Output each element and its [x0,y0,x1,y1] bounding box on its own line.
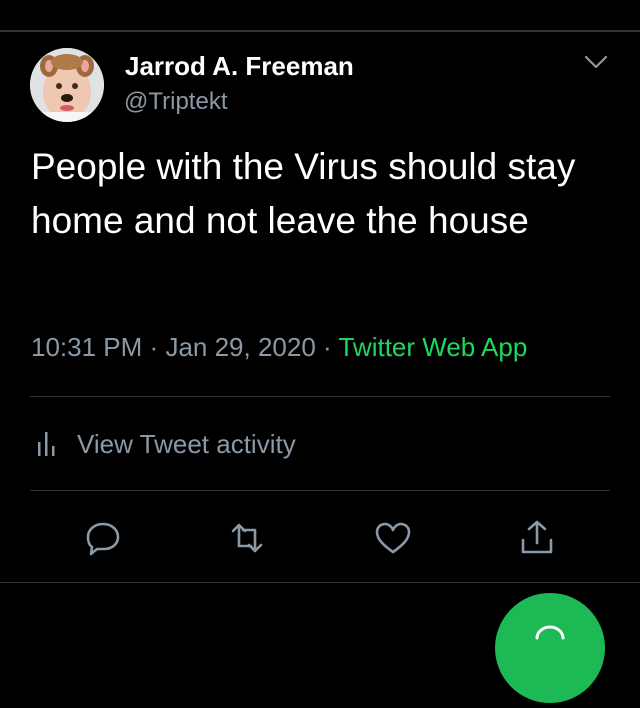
tweet-meta: 10:31 PM · Jan 29, 2020 · Twitter Web Ap… [31,332,527,363]
author-handle[interactable]: @Triptekt [124,88,228,116]
top-divider [0,30,640,32]
divider [30,490,610,491]
tweet-date[interactable]: Jan 29, 2020 [165,332,315,362]
heart-icon[interactable] [373,518,413,558]
chevron-down-icon[interactable] [583,52,609,72]
meta-separator: · [149,332,159,362]
compose-icon [535,625,565,640]
reply-icon[interactable] [83,518,123,558]
tweet-text: People with the Virus should stay home a… [31,146,576,241]
compose-button[interactable] [495,593,605,703]
tweet-time[interactable]: 10:31 PM [31,332,142,362]
view-tweet-activity[interactable]: View Tweet activity [37,427,296,461]
share-icon[interactable] [517,518,557,558]
avatar[interactable] [30,48,104,122]
bottom-divider [0,582,640,583]
avatar-photo [30,48,104,122]
bar-chart-icon [38,432,55,456]
retweet-icon[interactable] [227,518,267,558]
divider [30,396,610,397]
author-name[interactable]: Jarrod A. Freeman [125,51,354,82]
activity-label: View Tweet activity [77,428,296,459]
meta-separator: · [323,332,332,362]
tweet-source[interactable]: Twitter Web App [338,332,527,362]
